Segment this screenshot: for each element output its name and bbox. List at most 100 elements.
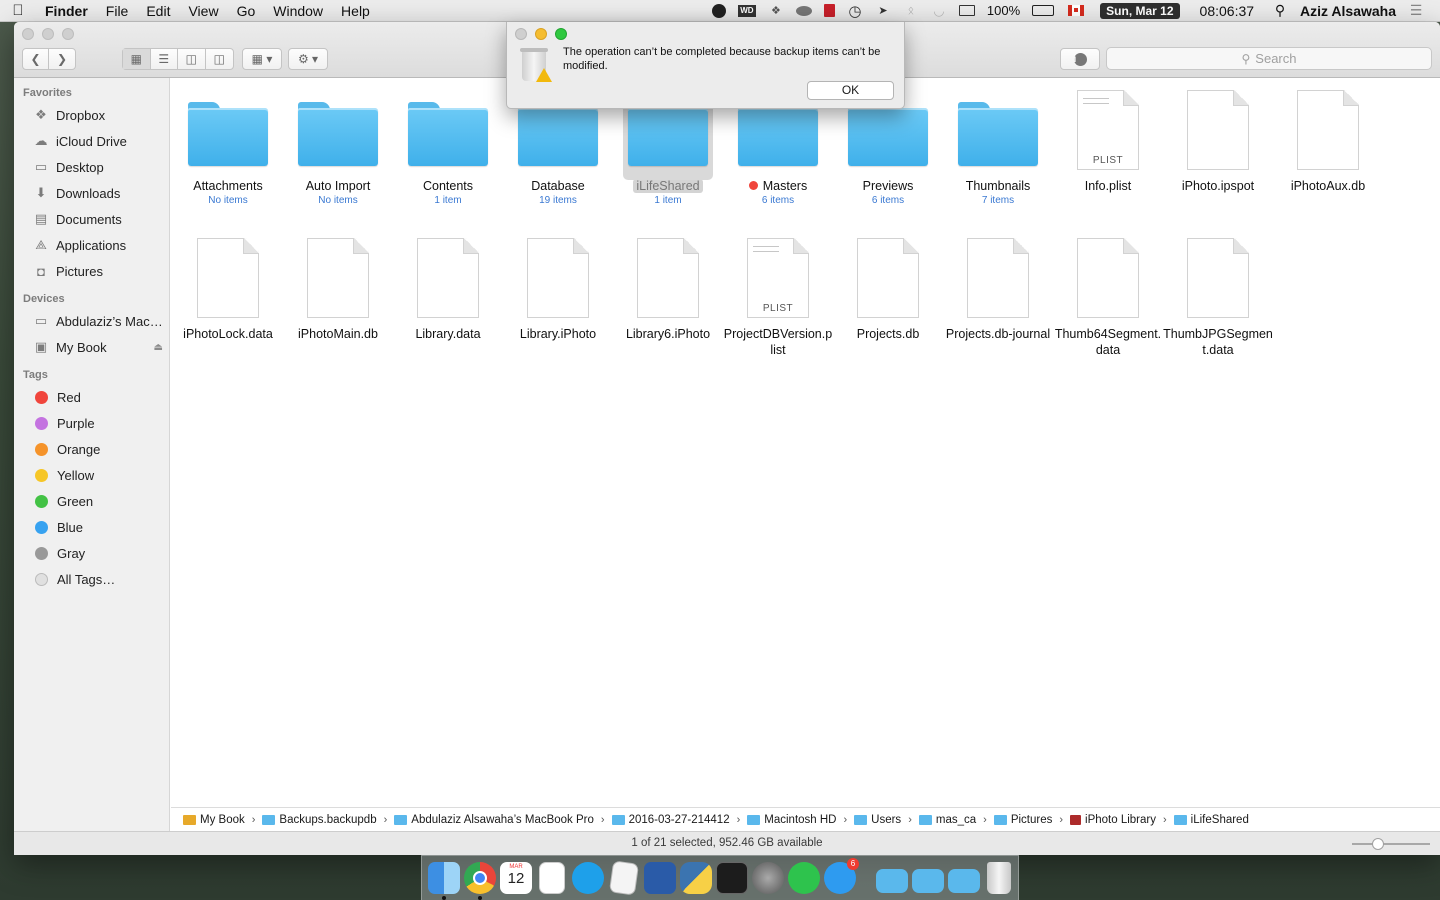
sidebar-item-blue[interactable]: Blue	[14, 514, 169, 540]
path-crumb[interactable]: iLifeShared	[1173, 814, 1249, 826]
back-chevron-icon[interactable]: ❮	[23, 49, 50, 69]
finder-icon[interactable]	[428, 862, 460, 900]
terminal-icon[interactable]	[716, 862, 748, 894]
sidebar-item-dropbox[interactable]: ❖ Dropbox	[14, 102, 169, 128]
path-crumb[interactable]: Macintosh HD	[747, 814, 836, 826]
sidebar-item-icloud-drive[interactable]: ☁ iCloud Drive	[14, 128, 169, 154]
chrome-icon[interactable]	[464, 862, 496, 900]
python-icon[interactable]	[680, 862, 712, 894]
search-field[interactable]: ⚲ Search	[1106, 47, 1432, 70]
arrange-button[interactable]: ▦ ▾	[242, 48, 282, 70]
sidebar-item-abdulaziz-s-mac[interactable]: ▭ Abdulaziz’s Mac…	[14, 308, 169, 334]
notification-center-icon[interactable]: ☰	[1408, 2, 1424, 18]
menu-finder[interactable]: Finder	[36, 3, 97, 19]
path-crumb[interactable]: Pictures	[993, 814, 1052, 826]
textedit-icon[interactable]	[608, 860, 640, 896]
wifi-icon[interactable]: ◡	[931, 3, 947, 18]
eject-icon[interactable]: ⏏	[154, 342, 163, 353]
path-crumb[interactable]: Users	[854, 814, 901, 826]
sidebar-item-pictures[interactable]: ◘ Pictures	[14, 258, 169, 284]
system-preferences-icon[interactable]	[752, 862, 784, 894]
icon-view-button[interactable]: ▦	[123, 49, 151, 69]
list-view-button[interactable]: ☰	[151, 49, 178, 69]
menubar-user[interactable]: Aziz Alsawaha	[1300, 3, 1396, 19]
file-item[interactable]: Library.data	[393, 230, 503, 342]
folder-item[interactable]: Attachments No items	[173, 82, 283, 206]
apple-menu-icon[interactable]: 	[0, 2, 36, 19]
ok-button[interactable]: OK	[807, 81, 894, 100]
file-item[interactable]: Projects.db-journal	[943, 230, 1053, 342]
path-crumb[interactable]: Backups.backupdb	[262, 814, 377, 826]
path-crumb[interactable]: Abdulaziz Alsawaha’s MacBook Pro	[394, 814, 594, 826]
slider-knob[interactable]	[1372, 838, 1384, 850]
sidebar-item-applications[interactable]: ⟁ Applications	[14, 232, 169, 258]
file-item[interactable]: Projects.db	[833, 230, 943, 342]
minimize-button[interactable]	[42, 28, 54, 40]
time-machine-icon[interactable]: ◷	[847, 3, 863, 20]
zoom-button[interactable]	[62, 28, 74, 40]
documents-folder-icon[interactable]	[912, 869, 944, 893]
sidebar-item-red[interactable]: Red	[14, 384, 169, 410]
file-item[interactable]: iPhoto.ipspot	[1163, 82, 1273, 194]
whatsapp-icon[interactable]	[788, 862, 820, 894]
file-item[interactable]: iPhotoMain.db	[283, 230, 393, 342]
alert-zoom-button[interactable]	[555, 28, 567, 40]
menu-go[interactable]: Go	[228, 3, 265, 19]
forward-chevron-icon[interactable]: ❯	[49, 49, 75, 69]
file-item[interactable]: ThumbJPGSegment.data	[1163, 230, 1273, 358]
icon-size-slider[interactable]	[1352, 838, 1430, 850]
file-item[interactable]: Library.iPhoto	[503, 230, 613, 342]
sidebar-item-my-book[interactable]: ▣ My Book ⏏	[14, 334, 169, 360]
hard-drive-status-icon[interactable]	[795, 5, 812, 16]
menubar-date[interactable]: Sun, Mar 12	[1100, 2, 1180, 19]
action-button[interactable]: ⚙ ▾	[288, 48, 328, 70]
notes-status-icon[interactable]	[823, 4, 835, 17]
sidebar-item-green[interactable]: Green	[14, 488, 169, 514]
column-view-button[interactable]: ◫	[178, 49, 206, 69]
dropbox-status-icon[interactable]: ❖	[768, 4, 784, 18]
folder-item[interactable]: Auto Import No items	[283, 82, 393, 206]
applications-folder-icon[interactable]	[876, 869, 908, 893]
path-crumb[interactable]: mas_ca	[918, 814, 976, 826]
menu-view[interactable]: View	[179, 3, 227, 19]
file-item[interactable]: iPhotoLock.data	[173, 230, 283, 342]
trash-icon[interactable]	[987, 862, 1011, 894]
cover-flow-button[interactable]: ◫	[206, 49, 233, 69]
canada-flag-icon[interactable]	[1068, 5, 1085, 16]
bluetooth-icon[interactable]: ᛟ	[903, 4, 919, 18]
calendar-icon[interactable]: MAR 12	[500, 862, 532, 894]
file-item[interactable]: Thumb64Segment.data	[1053, 230, 1163, 358]
downloads-folder-icon[interactable]	[948, 869, 980, 893]
sidebar-item-yellow[interactable]: Yellow	[14, 462, 169, 488]
airplay-icon[interactable]	[958, 5, 975, 16]
file-item[interactable]: Library6.iPhoto	[613, 230, 723, 342]
sidebar-item-orange[interactable]: Orange	[14, 436, 169, 462]
menu-window[interactable]: Window	[264, 3, 332, 19]
file-item[interactable]: iPhotoAux.db	[1273, 82, 1383, 194]
sidebar-item-purple[interactable]: Purple	[14, 410, 169, 436]
sidebar-item-downloads[interactable]: ⬇ Downloads	[14, 180, 169, 206]
menu-file[interactable]: File	[97, 3, 138, 19]
alert-close-button[interactable]	[515, 28, 527, 40]
menu-edit[interactable]: Edit	[137, 3, 179, 19]
wd-drive-icon[interactable]: WD	[737, 4, 756, 17]
close-button[interactable]	[22, 28, 34, 40]
alert-minimize-button[interactable]	[535, 28, 547, 40]
sidebar-item-gray[interactable]: Gray	[14, 540, 169, 566]
sidebar-item-all-tags[interactable]: All Tags…	[14, 566, 169, 592]
spotlight-search-icon[interactable]: ⚲	[1272, 2, 1288, 18]
menu-help[interactable]: Help	[332, 3, 379, 19]
folder-item[interactable]: Thumbnails 7 items	[943, 82, 1053, 206]
file-item[interactable]: PLIST Info.plist	[1053, 82, 1163, 194]
sidebar-item-desktop[interactable]: ▭ Desktop	[14, 154, 169, 180]
get-info-button[interactable]: i	[1060, 48, 1100, 70]
battery-icon[interactable]	[1032, 5, 1055, 16]
reminders-icon[interactable]	[539, 862, 565, 894]
word-icon[interactable]	[644, 862, 676, 894]
path-crumb[interactable]: My Book	[183, 814, 245, 826]
messenger-icon[interactable]: 6	[824, 858, 859, 894]
shazam-icon[interactable]	[711, 3, 726, 18]
file-item[interactable]: PLIST ProjectDBVersion.plist	[723, 230, 833, 358]
menubar-time[interactable]: 08:06:37	[1200, 3, 1255, 19]
skype-icon[interactable]	[572, 862, 604, 894]
